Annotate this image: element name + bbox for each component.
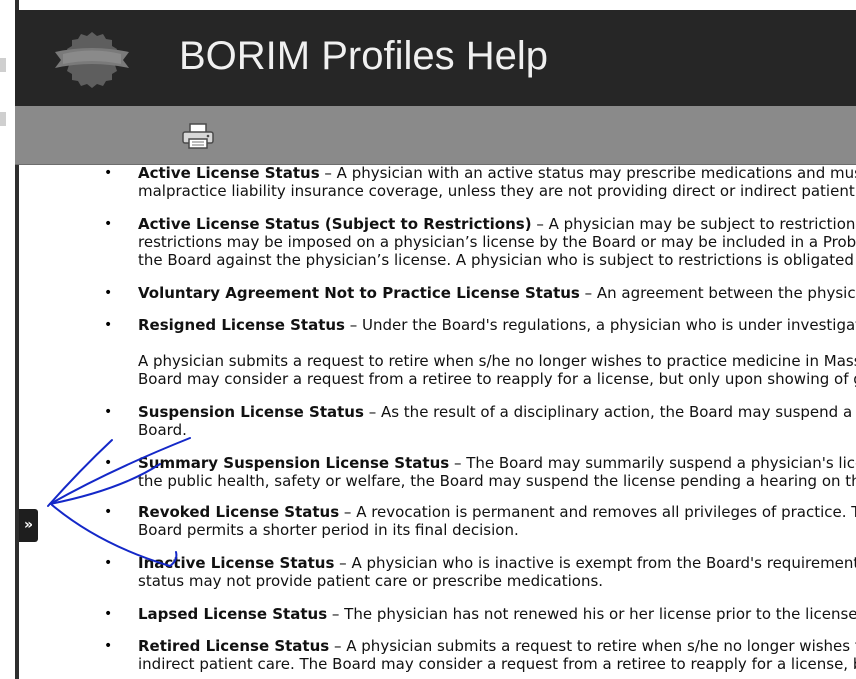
bullet: • [104, 455, 113, 471]
bullet: • [104, 317, 113, 333]
status-term: Revoked License Status [138, 503, 340, 521]
status-description: – A physician who is inactive is exempt … [334, 554, 856, 572]
app-header: BORIM Profiles Help [15, 10, 856, 106]
bullet: • [104, 216, 113, 232]
status-description: – Under the Board's regulations, a physi… [344, 316, 856, 334]
edge-notch [0, 112, 6, 126]
status-description: – A physician may be subject to restrict… [531, 215, 856, 233]
toolbar [15, 106, 856, 165]
bullet: • [104, 165, 113, 181]
status-term: Suspension License Status [138, 403, 364, 421]
status-description: A physician submits a request to retire … [138, 352, 856, 370]
status-description: – An agreement between the physiciar [579, 284, 856, 302]
status-description: – As the result of a disciplinary action… [363, 403, 856, 421]
status-description: – The physician has not renewed his or h… [327, 605, 856, 623]
status-description: malpractice liability insurance coverage… [138, 182, 856, 200]
page-title: BORIM Profiles Help [179, 34, 548, 78]
bullet: • [104, 606, 113, 622]
bullet: • [104, 504, 113, 520]
status-term: Lapsed License Status [138, 605, 328, 623]
window-edge-strip [0, 0, 15, 679]
bullet: • [104, 285, 113, 301]
ribbon-seal-icon [55, 32, 129, 88]
status-term: Active License Status [138, 164, 320, 182]
status-term: Retired License Status [138, 637, 330, 655]
status-description: restrictions may be imposed on a physici… [138, 233, 856, 251]
edge-notch [0, 58, 6, 72]
status-description: status may not provide patient care or p… [138, 572, 604, 590]
status-term: Summary Suspension License Status [138, 454, 450, 472]
status-description: – A physician with an active status may … [319, 164, 856, 182]
help-content: • Active License Status – A physician wi… [19, 164, 856, 679]
status-description: the public health, safety or welfare, th… [138, 472, 856, 490]
status-description: Board permits a shorter period in its fi… [138, 521, 519, 539]
status-description: the Board against the physician’s licens… [138, 251, 856, 269]
status-description: – The Board may summarily suspend a phys… [449, 454, 856, 472]
status-term: Voluntary Agreement Not to Practice Lice… [138, 284, 580, 302]
status-description: Board. [138, 421, 187, 439]
sidebar-expand-button[interactable]: » [19, 509, 38, 542]
status-description: – A physician submits a request to retir… [329, 637, 856, 655]
status-term: Active License Status (Subject to Restri… [138, 215, 532, 233]
bullet: • [104, 404, 113, 420]
status-term: Inactive License Status [138, 554, 335, 572]
status-term: Resigned License Status [138, 316, 345, 334]
bullet: • [104, 638, 113, 654]
bullet: • [104, 555, 113, 571]
status-description: indirect patient care. The Board may con… [138, 655, 856, 673]
printer-icon[interactable] [181, 122, 215, 150]
status-description: Board may consider a request from a reti… [138, 370, 856, 388]
status-description: – A revocation is permanent and removes … [339, 503, 856, 521]
